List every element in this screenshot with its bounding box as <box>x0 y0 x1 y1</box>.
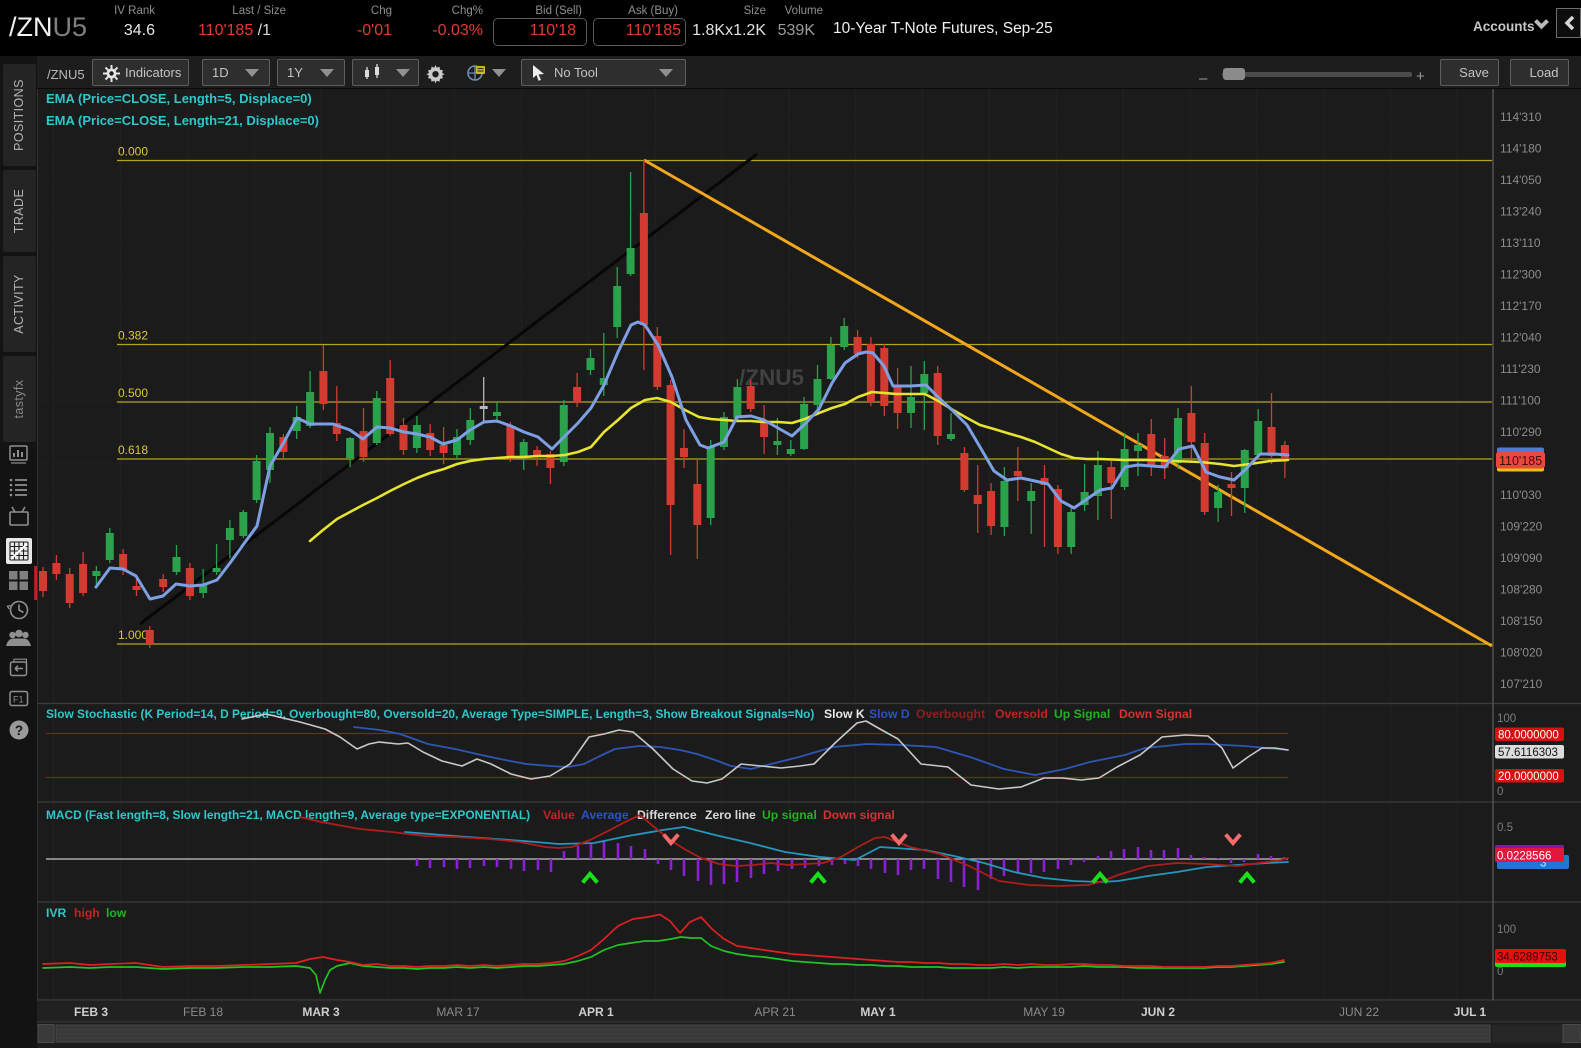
svg-text:0.382: 0.382 <box>118 329 148 343</box>
svg-text:low: low <box>106 906 127 920</box>
svg-text:110'290: 110'290 <box>1500 425 1542 439</box>
svg-text:Up signal: Up signal <box>762 808 817 822</box>
svg-text:110'030: 110'030 <box>1500 488 1542 502</box>
svg-text:Down signal: Down signal <box>823 808 895 822</box>
svg-text:0.500: 0.500 <box>118 386 148 400</box>
svg-text:112'300: 112'300 <box>1500 268 1542 282</box>
svg-text:JUL 1: JUL 1 <box>1454 1005 1487 1019</box>
svg-text:Oversold: Oversold <box>995 707 1048 721</box>
svg-text:MAR 3: MAR 3 <box>302 1005 340 1019</box>
svg-text:107'210: 107'210 <box>1500 677 1543 691</box>
svg-text:20.0000000: 20.0000000 <box>1498 771 1559 783</box>
svg-text:111'100: 111'100 <box>1500 394 1541 408</box>
svg-text:EMA (Price=CLOSE, Length=5, Di: EMA (Price=CLOSE, Length=5, Displace=0) <box>46 91 312 106</box>
svg-text:MACD (Fast length=8, Slow leng: MACD (Fast length=8, Slow length=21, MAC… <box>46 808 530 822</box>
svg-text:112'040: 112'040 <box>1500 331 1542 345</box>
svg-text:EMA (Price=CLOSE, Length=21, D: EMA (Price=CLOSE, Length=21, Displace=0) <box>46 113 319 128</box>
svg-text:high: high <box>74 906 100 920</box>
svg-text:113'240: 113'240 <box>1500 205 1542 219</box>
svg-text:108'280: 108'280 <box>1500 583 1543 597</box>
svg-text:Slow Stochastic (K Period=14,: Slow Stochastic (K Period=14, D Period=9… <box>46 707 814 721</box>
svg-text:F1: F1 <box>13 695 24 705</box>
svg-text:114'050: 114'050 <box>1500 173 1542 187</box>
svg-text:114'310: 114'310 <box>1500 110 1542 124</box>
svg-text:APR 21: APR 21 <box>754 1005 796 1019</box>
svg-text:APR 1: APR 1 <box>578 1005 614 1019</box>
svg-text:108'150: 108'150 <box>1500 614 1543 628</box>
svg-text:Up Signal: Up Signal <box>1054 707 1110 721</box>
svg-text:113'110: 113'110 <box>1500 236 1541 250</box>
svg-text:MAY 1: MAY 1 <box>860 1005 896 1019</box>
svg-text:IVR: IVR <box>46 906 67 920</box>
svg-text:Zero line: Zero line <box>705 808 756 822</box>
svg-text:80.0000000: 80.0000000 <box>1498 730 1559 742</box>
svg-text:JUN 22: JUN 22 <box>1339 1005 1379 1019</box>
svg-text:34.6289753: 34.6289753 <box>1497 952 1558 964</box>
svg-text:Value: Value <box>543 808 575 822</box>
svg-text:Slow K: Slow K <box>824 707 865 721</box>
svg-text:?: ? <box>15 723 23 738</box>
svg-text:FEB 3: FEB 3 <box>74 1005 108 1019</box>
svg-text:0.5: 0.5 <box>1497 822 1513 834</box>
svg-text:Slow D: Slow D <box>869 707 910 721</box>
svg-text:57.6116303: 57.6116303 <box>1498 747 1558 759</box>
svg-text:100: 100 <box>1497 924 1516 936</box>
svg-text:114'180: 114'180 <box>1500 142 1542 156</box>
svg-text:0.000: 0.000 <box>118 145 148 159</box>
svg-text:110'185: 110'185 <box>1499 454 1542 468</box>
svg-text:0.618: 0.618 <box>118 443 148 457</box>
svg-text:Down Signal: Down Signal <box>1119 707 1192 721</box>
svg-text:MAY 19: MAY 19 <box>1023 1005 1065 1019</box>
svg-text:MAR 17: MAR 17 <box>436 1005 480 1019</box>
svg-text:Average: Average <box>581 808 629 822</box>
svg-text:100: 100 <box>1497 713 1516 725</box>
svg-text:109'220: 109'220 <box>1500 520 1543 534</box>
svg-text:0: 0 <box>1497 786 1503 798</box>
svg-text:FEB 18: FEB 18 <box>183 1005 223 1019</box>
svg-text:0: 0 <box>1497 966 1503 978</box>
svg-text:0.0228566: 0.0228566 <box>1497 851 1551 863</box>
svg-text:112'170: 112'170 <box>1500 299 1542 313</box>
svg-text:Overbought: Overbought <box>916 707 985 721</box>
svg-text:1.000: 1.000 <box>118 628 148 642</box>
svg-text:108'020: 108'020 <box>1500 646 1543 660</box>
svg-text:JUN 2: JUN 2 <box>1141 1005 1175 1019</box>
svg-text:109'090: 109'090 <box>1500 551 1543 565</box>
svg-text:111'230: 111'230 <box>1500 362 1541 376</box>
